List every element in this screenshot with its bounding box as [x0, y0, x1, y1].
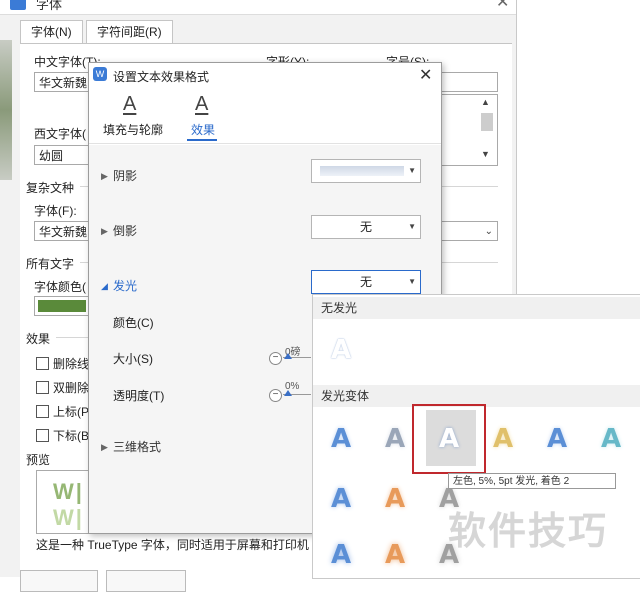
tab-char-spacing[interactable]: 字符间距(R) — [86, 20, 173, 43]
close-icon[interactable]: ✕ — [496, 0, 509, 12]
shadow-dropdown[interactable]: ▼ — [311, 159, 421, 183]
transparency-decrease-button[interactable]: − — [269, 389, 282, 402]
preview-section-title: 预览 — [26, 453, 51, 467]
preview-text: W| — [53, 479, 84, 504]
glow-variant-11[interactable]: A — [385, 540, 405, 570]
size-decrease-button[interactable]: − — [269, 352, 282, 365]
preview-reflection: W| — [53, 505, 84, 530]
text-effect-button[interactable] — [106, 570, 186, 592]
size-slider-thumb[interactable] — [284, 353, 292, 359]
subscript-checkbox[interactable] — [36, 429, 49, 442]
glow-color-label: 颜色(C) — [113, 316, 154, 330]
no-glow-header: 无发光 — [313, 297, 640, 319]
font-color-label: 字体颜色( — [34, 280, 86, 294]
wps-logo-icon: W — [93, 67, 107, 81]
shadow-preview — [320, 166, 404, 176]
default-button[interactable] — [20, 570, 98, 592]
glow-variant-3[interactable]: A — [439, 424, 459, 454]
strikethrough-label: 删除线 — [53, 357, 90, 371]
expand-icon[interactable]: ▶ — [101, 226, 108, 237]
font-description: 这是一种 TrueType 字体，同时适用于屏幕和打印机 — [36, 538, 309, 552]
tab-font[interactable]: 字体(N) — [20, 20, 83, 43]
dropdown-arrow-icon: ▼ — [408, 277, 416, 286]
scrollbar-thumb[interactable] — [481, 113, 493, 131]
chevron-down-icon: ⌄ — [484, 226, 493, 237]
collapse-icon[interactable]: ◢ — [101, 281, 108, 292]
double-strikethrough-label: 双删除 — [53, 381, 90, 395]
font-dialog-titlebar — [0, 0, 516, 15]
font-color-picker[interactable] — [34, 296, 90, 316]
scroll-up-icon[interactable]: ▲ — [481, 97, 490, 107]
glow-size-label: 大小(S) — [113, 352, 153, 366]
transparency-slider-thumb[interactable] — [284, 390, 292, 396]
reflection-value: 无 — [359, 220, 372, 234]
tab-fill-outline[interactable]: 填充与轮廓 — [103, 121, 163, 138]
subscript-label: 下标(B — [53, 429, 90, 443]
glow-dropdown[interactable]: 无 ▼ — [311, 270, 421, 294]
superscript-checkbox[interactable] — [36, 405, 49, 418]
glow-variant-7[interactable]: A — [331, 484, 351, 514]
glow-variant-8[interactable]: A — [385, 484, 405, 514]
no-glow-option[interactable]: A — [331, 335, 351, 365]
size-field[interactable] — [440, 72, 498, 92]
dropdown-arrow-icon: ▼ — [408, 166, 416, 175]
strikethrough-checkbox[interactable] — [36, 357, 49, 370]
glow-section[interactable]: 发光 — [113, 277, 137, 294]
wps-logo-icon — [10, 0, 26, 10]
glow-variant-2[interactable]: A — [385, 424, 405, 454]
font-color-swatch — [38, 300, 86, 312]
preview-box: W| W| — [36, 470, 90, 534]
background-document-strip — [0, 40, 12, 180]
complex-style-select[interactable]: ⌄ — [440, 221, 498, 241]
glow-variant-5[interactable]: A — [547, 424, 567, 454]
complex-font-label: 字体(F): — [34, 204, 77, 218]
reflection-dropdown[interactable]: 无 ▼ — [311, 215, 421, 239]
superscript-label: 上标(P — [53, 405, 90, 419]
three-d-section[interactable]: 三维格式 — [113, 438, 161, 455]
effects-section-title: 效果 — [26, 332, 51, 346]
glow-transparency-label: 透明度(T) — [113, 389, 165, 403]
size-list[interactable]: ▲ ▼ — [440, 94, 498, 166]
divider — [56, 337, 90, 338]
text-fill-icon[interactable]: A — [123, 93, 136, 116]
reflection-section[interactable]: 倒影 — [113, 222, 137, 239]
glow-variant-4[interactable]: A — [493, 424, 513, 454]
complex-section-title: 复杂文种 — [26, 181, 75, 195]
variant-tooltip: 左色, 5%, 5pt 发光, 着色 2 — [448, 473, 616, 489]
cn-font-field[interactable]: 华文新魏 — [34, 72, 94, 92]
shadow-section[interactable]: 阴影 — [113, 167, 137, 184]
expand-icon[interactable]: ▶ — [101, 171, 108, 182]
font-dialog-title: 字体 — [36, 0, 63, 12]
double-strikethrough-checkbox[interactable] — [36, 381, 49, 394]
glow-variant-1[interactable]: A — [331, 424, 351, 454]
west-font-field[interactable]: 幼圆 — [34, 145, 90, 165]
glow-variant-6[interactable]: A — [601, 424, 621, 454]
close-icon[interactable]: ✕ — [419, 65, 432, 85]
complex-font-field[interactable]: 华文新魏 — [34, 221, 90, 241]
effect-dialog-title: 设置文本效果格式 — [113, 70, 210, 84]
tab-effect[interactable]: 效果 — [191, 121, 215, 138]
glow-variant-10[interactable]: A — [331, 540, 351, 570]
glow-value: 无 — [359, 275, 372, 289]
dropdown-arrow-icon: ▼ — [408, 222, 416, 231]
expand-icon[interactable]: ▶ — [101, 442, 108, 453]
all-text-section-title: 所有文字 — [26, 257, 75, 271]
active-tab-indicator — [187, 139, 217, 141]
scroll-down-icon[interactable]: ▼ — [481, 149, 490, 159]
text-effect-icon[interactable]: A — [195, 93, 208, 116]
west-font-label: 西文字体( — [34, 127, 86, 141]
watermark: 软件技巧 — [448, 511, 609, 553]
